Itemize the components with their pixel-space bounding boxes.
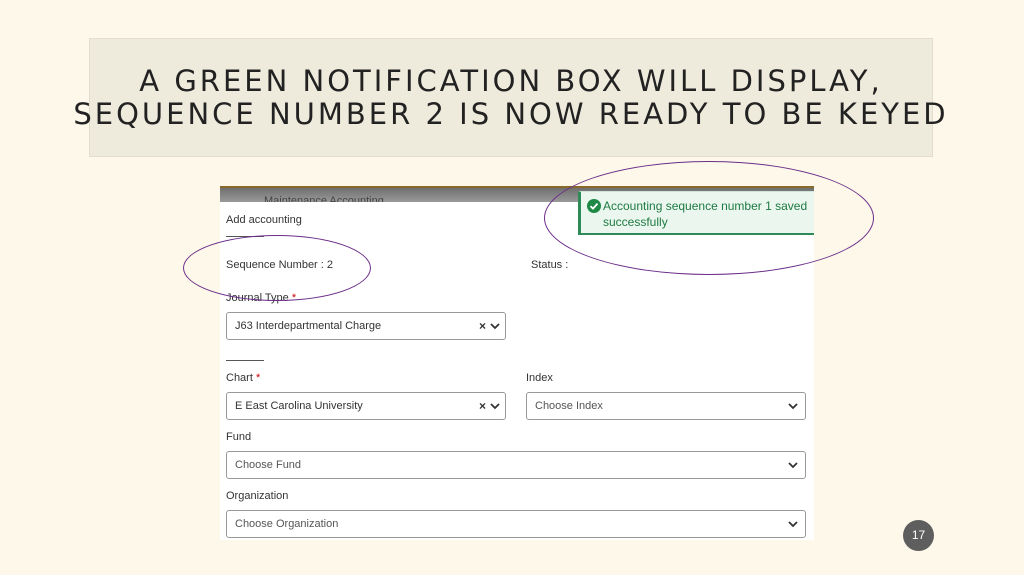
required-marker: * [256, 372, 260, 384]
fund-label: Fund [226, 431, 251, 443]
chevron-down-icon[interactable] [490, 321, 500, 331]
index-label: Index [526, 372, 553, 384]
journal-type-select[interactable]: J63 Interdepartmental Charge × [226, 312, 506, 340]
highlight-ellipse-sequence [183, 235, 371, 301]
chevron-down-icon[interactable] [788, 460, 798, 470]
fund-select[interactable]: Choose Fund [226, 451, 806, 479]
chevron-down-icon[interactable] [490, 401, 500, 411]
organization-placeholder: Choose Organization [235, 518, 338, 530]
slide-title-line-2: SEQUENCE NUMBER 2 IS NOW READY TO BE KEY… [73, 98, 948, 131]
organization-select[interactable]: Choose Organization [226, 510, 806, 538]
index-placeholder: Choose Index [535, 400, 603, 412]
index-select[interactable]: Choose Index [526, 392, 806, 420]
chevron-down-icon[interactable] [788, 519, 798, 529]
organization-label: Organization [226, 490, 288, 502]
fund-placeholder: Choose Fund [235, 459, 301, 471]
app-topbar-text: Maintenance Accounting [264, 196, 384, 202]
slide-title-box: A GREEN NOTIFICATION BOX WILL DISPLAY, S… [89, 38, 933, 157]
highlight-ellipse-notification [544, 161, 874, 275]
clear-icon[interactable]: × [479, 399, 486, 413]
clear-icon[interactable]: × [479, 319, 486, 333]
status-label: Status : [531, 259, 568, 271]
chevron-down-icon[interactable] [788, 401, 798, 411]
section-title: Add accounting [226, 214, 302, 226]
page-number-badge: 17 [903, 520, 934, 551]
slide-title-line-1: A GREEN NOTIFICATION BOX WILL DISPLAY, [139, 65, 882, 98]
journal-type-value: J63 Interdepartmental Charge [235, 320, 381, 332]
chart-select[interactable]: E East Carolina University × [226, 392, 506, 420]
chart-label: Chart * [226, 372, 260, 384]
section-divider-2 [226, 360, 264, 361]
chart-value: E East Carolina University [235, 400, 363, 412]
